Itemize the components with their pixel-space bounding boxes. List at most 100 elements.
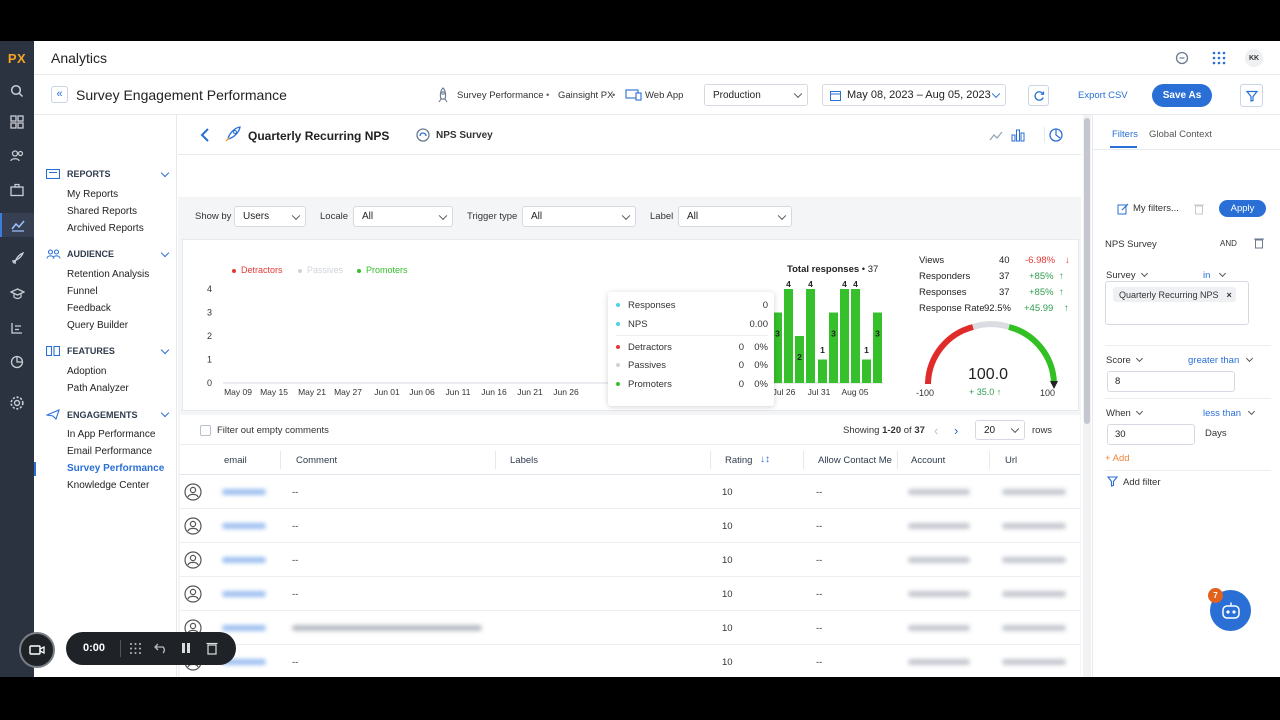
save-as-button[interactable]: Save As [1152,84,1212,107]
nav-item-survey-performance[interactable]: Survey Performance [67,463,164,474]
collapse-nav-button[interactable]: « [51,86,68,103]
edit-icon[interactable] [1117,203,1129,215]
nav-item-my-reports[interactable]: My Reports [67,189,118,200]
filter-empty-checkbox[interactable] [200,425,211,436]
apply-button[interactable]: Apply [1219,200,1266,217]
show-by-select[interactable]: Users [234,206,306,227]
my-filters-link[interactable]: My filters... [1133,203,1179,214]
bar-value-label: 2 [797,352,802,362]
column-allow-contact[interactable]: Allow Contact Me [818,455,892,466]
breadcrumb-product[interactable]: Gainsight PX [558,90,613,101]
score-filter-op[interactable]: greater than [1188,354,1254,366]
email-redacted[interactable] [222,625,266,631]
table-row[interactable]: 10 -- [180,611,1080,645]
breadcrumb-survey-performance[interactable]: Survey Performance [457,90,544,101]
when-filter-label[interactable]: When [1106,407,1143,419]
briefcase-icon[interactable] [0,178,34,202]
column-comment[interactable]: Comment [296,455,337,466]
nav-item-path-analyzer[interactable]: Path Analyzer [67,383,129,394]
nav-item-shared-reports[interactable]: Shared Reports [67,206,137,217]
tab-global-context[interactable]: Global Context [1149,129,1212,140]
nav-section-audience[interactable]: AUDIENCE [46,248,170,259]
nav-item-retention-analysis[interactable]: Retention Analysis [67,269,149,280]
email-redacted[interactable] [222,523,266,529]
pause-icon[interactable] [181,642,191,654]
table-row[interactable]: -- 10 -- [180,645,1080,677]
column-account[interactable]: Account [911,455,945,466]
when-value-input[interactable]: 30 [1107,424,1195,445]
environment-select[interactable]: Production [704,84,808,106]
add-filter-link[interactable]: Add filter [1123,477,1161,488]
tab-filters[interactable]: Filters [1112,129,1138,140]
trigger-type-select[interactable]: All [522,206,636,227]
table-row[interactable]: -- 10 -- [180,543,1080,577]
column-labels[interactable]: Labels [510,455,538,466]
undo-icon[interactable] [154,642,168,654]
scrollbar-thumb[interactable] [1084,118,1090,424]
dashboard-icon[interactable] [0,110,34,134]
trash-icon[interactable] [1194,203,1204,215]
nav-section-reports[interactable]: REPORTS [46,168,170,179]
users-icon[interactable] [0,144,34,168]
line-chart-icon[interactable] [989,130,1003,142]
delete-group-icon[interactable] [1254,237,1264,249]
record-button[interactable] [19,632,55,668]
column-url[interactable]: Url [1005,455,1017,466]
nav-item-funnel[interactable]: Funnel [67,286,98,297]
nav-item-knowledge-center[interactable]: Knowledge Center [67,480,149,491]
analytics-icon[interactable] [0,213,34,237]
next-page-icon[interactable]: › [954,423,958,438]
locale-select[interactable]: All [353,206,453,227]
back-chevron-icon[interactable] [200,127,210,143]
refresh-button[interactable] [1028,85,1049,106]
table-row[interactable]: -- 10 -- [180,577,1080,611]
survey-chip[interactable]: Quarterly Recurring NPS × [1113,287,1236,302]
nav-item-adoption[interactable]: Adoption [67,366,106,377]
add-condition-link[interactable]: + Add [1105,453,1130,464]
export-csv-link[interactable]: Export CSV [1078,90,1128,101]
nav-item-feedback[interactable]: Feedback [67,303,111,314]
email-redacted[interactable] [222,591,266,597]
app-logo[interactable]: PX [0,51,34,66]
sort-icon[interactable]: ↓↕ [760,454,770,465]
column-email[interactable]: email [224,455,247,466]
journey-icon[interactable] [0,316,34,340]
filter-panel-toggle[interactable] [1240,84,1263,107]
breadcrumb-web-app[interactable]: Web App [645,90,683,101]
prev-page-icon[interactable]: ‹ [934,423,938,438]
nav-section-engagements[interactable]: ENGAGEMENTS [46,408,170,420]
apps-grid-icon[interactable] [1212,51,1226,65]
label-select[interactable]: All [678,206,792,227]
grid-icon[interactable] [129,642,142,655]
survey-filter-op[interactable]: in [1203,269,1227,281]
pie-chart-icon[interactable] [0,350,34,374]
table-row[interactable]: -- 10 -- [180,509,1080,543]
nav-item-query-builder[interactable]: Query Builder [67,320,128,331]
score-value-input[interactable]: 8 [1107,371,1235,392]
score-filter-label[interactable]: Score [1106,354,1143,366]
nav-item-archived-reports[interactable]: Archived Reports [67,223,144,234]
survey-settings-icon[interactable] [1044,127,1064,143]
filter-group-op[interactable]: AND [1220,239,1237,248]
delete-recording-icon[interactable] [206,641,218,655]
nav-item-in-app-performance[interactable]: In App Performance [67,429,155,440]
email-redacted[interactable] [222,557,266,563]
when-filter-op[interactable]: less than [1203,407,1256,419]
settings-icon[interactable] [0,391,34,415]
account-redacted [908,489,970,495]
email-redacted[interactable] [222,489,266,495]
user-avatar[interactable]: KK [1245,49,1263,67]
bar-chart-icon[interactable] [1011,129,1025,142]
learning-icon[interactable] [0,282,34,306]
survey-filter-label[interactable]: Survey [1106,269,1148,281]
nav-section-features[interactable]: FEATURES [46,345,170,356]
date-range-picker[interactable]: May 08, 2023 – Aug 05, 2023 [822,84,1006,106]
rows-per-page-select[interactable]: 20 [975,420,1025,440]
table-row[interactable]: -- 10 -- [180,475,1080,509]
chat-icon[interactable] [1175,51,1189,65]
nav-item-email-performance[interactable]: Email Performance [67,446,152,457]
column-rating[interactable]: Rating [725,455,752,466]
rocket-icon[interactable] [0,247,34,271]
main-scrollbar[interactable] [1083,115,1091,677]
search-icon[interactable] [0,79,34,103]
